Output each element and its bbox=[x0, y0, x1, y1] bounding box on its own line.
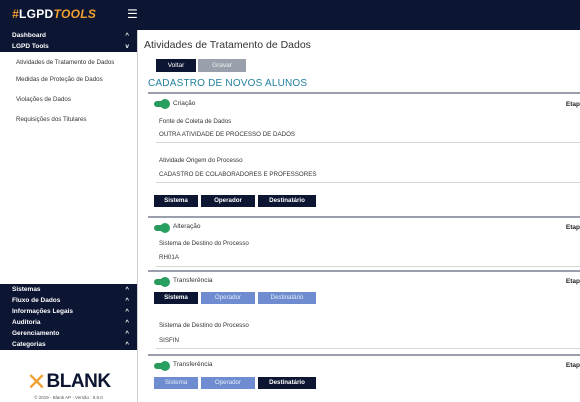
etapa-label: Etap bbox=[565, 278, 580, 285]
sidebar-item-gerenciamento[interactable]: Gerenciamento ^ bbox=[0, 328, 137, 339]
chevron-up-icon: ^ bbox=[125, 319, 129, 326]
destinatario-button[interactable]: Destinatário bbox=[258, 292, 316, 304]
stage-label: Transferência bbox=[173, 361, 213, 368]
sidebar: Dashboard ^ LGPD Tools v Atividades de T… bbox=[0, 30, 138, 402]
chevron-up-icon: ^ bbox=[125, 32, 129, 39]
sidebar-item-label: Auditoria bbox=[12, 319, 41, 326]
sidebar-item-label: Dashboard bbox=[12, 32, 46, 39]
sidebar-item-label: Gerenciamento bbox=[12, 330, 60, 337]
top-bar: #LGPDTOOLS ☰ bbox=[0, 0, 580, 30]
logo-hash: # bbox=[12, 7, 19, 21]
sidebar-item-label: Fluxo de Dados bbox=[12, 297, 61, 304]
section-title: CADASTRO DE NOVOS ALUNOS bbox=[148, 78, 308, 89]
stage-block-transferencia-1: Transferência Etap Sistema Operador Dest… bbox=[148, 270, 580, 354]
field-value: OUTRA ATIVIDADE DE PROCESSO DE DADOS bbox=[159, 131, 296, 138]
logo-text-tools: TOOLS bbox=[53, 7, 97, 21]
sistema-button[interactable]: Sistema bbox=[154, 377, 198, 389]
sidebar-item-label: Categorias bbox=[12, 341, 46, 348]
field-label: Sistema de Destino do Processo bbox=[159, 322, 249, 329]
logo-text-lgpd: LGPD bbox=[18, 7, 54, 21]
etapa-label: Etap bbox=[565, 101, 580, 108]
stage-label: Alteração bbox=[173, 223, 201, 230]
sidebar-item-label: LGPD Tools bbox=[12, 43, 49, 50]
stage-block-alteracao: Alteração Etap Sistema de Destino do Pro… bbox=[148, 216, 580, 268]
gravar-button[interactable]: Gravar bbox=[198, 59, 246, 72]
stage-toggle[interactable] bbox=[154, 99, 170, 109]
field-label: Atividade Origem do Processo bbox=[159, 157, 243, 164]
sidebar-item-label: Sistemas bbox=[12, 286, 41, 293]
stage-toggle[interactable] bbox=[154, 361, 170, 371]
sidebar-item-dashboard[interactable]: Dashboard ^ bbox=[0, 30, 137, 41]
sidebar-item-informacoes-legais[interactable]: Informações Legais ^ bbox=[0, 306, 137, 317]
field-divider bbox=[156, 142, 580, 143]
field-divider bbox=[156, 348, 580, 349]
stage-toggle[interactable] bbox=[154, 223, 170, 233]
etapa-label: Etap bbox=[565, 362, 580, 369]
field-value: CADASTRO DE COLABORADORES E PROFESSORES bbox=[159, 171, 317, 178]
field-label: Sistema de Destino do Processo bbox=[159, 240, 249, 247]
destinatario-button[interactable]: Destinatário bbox=[258, 195, 316, 207]
chevron-up-icon: ^ bbox=[125, 297, 129, 304]
chevron-up-icon: ^ bbox=[125, 308, 129, 315]
stage-toggle[interactable] bbox=[154, 277, 170, 287]
sidebar-subitem-violacoes[interactable]: Violações de Dados bbox=[0, 90, 137, 110]
field-value: SISFIN bbox=[159, 337, 179, 344]
sistema-button[interactable]: Sistema bbox=[154, 292, 198, 304]
sistema-button[interactable]: Sistema bbox=[154, 195, 198, 207]
stage-block-transferencia-2: Transferência Etap Sistema Operador Dest… bbox=[148, 354, 580, 402]
stage-label: Transferência bbox=[173, 277, 213, 284]
sidebar-item-lgpd-tools[interactable]: LGPD Tools v bbox=[0, 41, 137, 52]
sidebar-bottom-nav: Sistemas ^ Fluxo de Dados ^ Informações … bbox=[0, 284, 137, 350]
brand-text: BLANK bbox=[46, 371, 112, 392]
sidebar-item-label: Informações Legais bbox=[12, 308, 74, 315]
field-label: Fonte de Coleta de Dados bbox=[159, 118, 232, 125]
sidebar-subitem-atividades[interactable]: Atividades de Tratamento de Dados bbox=[0, 52, 137, 70]
brand-x-icon: ✕ bbox=[26, 368, 47, 396]
stage-block-criacao: Criação Etap Fonte de Coleta de Dados OU… bbox=[148, 92, 580, 214]
main-content: Atividades de Tratamento de Dados Voltar… bbox=[138, 30, 580, 402]
brand-logo: ✕BLANK © 2019 - Blank AP - Versão : 0.5.… bbox=[0, 370, 137, 400]
destinatario-button[interactable]: Destinatário bbox=[258, 377, 316, 389]
sidebar-subitem-medidas[interactable]: Medidas de Proteção de Dados bbox=[0, 70, 137, 90]
chevron-up-icon: ^ bbox=[125, 330, 129, 337]
sidebar-subitem-requisicoes[interactable]: Requisições dos Titulares bbox=[0, 110, 137, 130]
etapa-label: Etap bbox=[565, 224, 580, 231]
field-divider bbox=[156, 266, 580, 267]
sidebar-item-fluxo-de-dados[interactable]: Fluxo de Dados ^ bbox=[0, 295, 137, 306]
field-value: RH01A bbox=[159, 254, 179, 261]
chevron-up-icon: ^ bbox=[125, 286, 129, 293]
operador-button[interactable]: Operador bbox=[201, 292, 255, 304]
hamburger-menu-icon[interactable]: ☰ bbox=[127, 7, 138, 21]
stage-label: Criação bbox=[173, 100, 196, 107]
field-divider bbox=[156, 182, 580, 183]
chevron-down-icon: v bbox=[125, 43, 129, 50]
sidebar-item-auditoria[interactable]: Auditoria ^ bbox=[0, 317, 137, 328]
app-logo[interactable]: #LGPDTOOLS bbox=[12, 7, 96, 21]
chevron-up-icon: ^ bbox=[125, 341, 129, 348]
version-footer: © 2019 - Blank AP - Versão : 0.5.0 bbox=[34, 395, 103, 400]
page-title: Atividades de Tratamento de Dados bbox=[144, 39, 311, 51]
voltar-button[interactable]: Voltar bbox=[156, 59, 196, 72]
sidebar-item-sistemas[interactable]: Sistemas ^ bbox=[0, 284, 137, 295]
operador-button[interactable]: Operador bbox=[201, 195, 255, 207]
sidebar-item-categorias[interactable]: Categorias ^ bbox=[0, 339, 137, 350]
operador-button[interactable]: Operador bbox=[201, 377, 255, 389]
